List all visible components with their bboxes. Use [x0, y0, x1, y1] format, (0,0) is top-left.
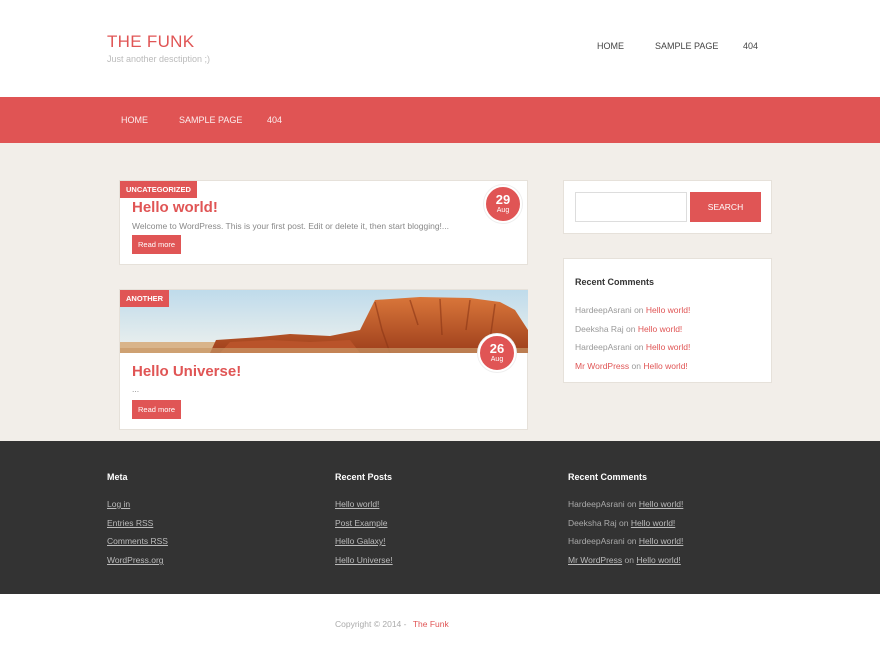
comment-post-link[interactable]: Hello world! — [639, 536, 683, 546]
main-nav: HOME SAMPLE PAGE 404 — [0, 97, 880, 143]
footer-recent-posts-title: Recent Posts — [335, 472, 393, 482]
main-nav-404[interactable]: 404 — [267, 115, 282, 125]
post-featured-image[interactable] — [120, 290, 528, 353]
date-day: 26 — [489, 341, 505, 356]
post-title[interactable]: Hello world! — [132, 199, 218, 216]
footer-comment-item: Mr WordPress on Hello world! — [568, 555, 681, 565]
footer-meta-link[interactable]: Log in — [107, 499, 130, 509]
post-card: UNCATEGORIZED Hello world! Welcome to Wo… — [119, 180, 528, 265]
read-more-button[interactable]: Read more — [132, 400, 182, 419]
search-button[interactable]: SEARCH — [690, 192, 761, 222]
comment-author: HardeepAsrani — [568, 499, 625, 509]
comment-post-link[interactable]: Hello world! — [646, 342, 690, 352]
post-title[interactable]: Hello Universe! — [132, 363, 241, 380]
copyright: Copyright © 2014 - The Funk — [335, 619, 449, 629]
post-date-badge: 29 Aug — [484, 185, 522, 223]
search-widget: SEARCH — [563, 180, 772, 234]
comment-on: on — [626, 324, 636, 334]
post-excerpt: ... — [132, 384, 140, 394]
comment-post-link[interactable]: Hello world! — [643, 361, 687, 371]
comment-on: on — [627, 536, 637, 546]
footer-recent-post-link[interactable]: Hello Galaxy! — [335, 536, 386, 546]
comment-on: on — [619, 518, 629, 528]
footer-meta-title: Meta — [107, 472, 128, 482]
main-nav-home[interactable]: HOME — [121, 115, 148, 125]
footer-meta-link[interactable]: Comments RSS — [107, 536, 168, 546]
top-nav-sample-page[interactable]: SAMPLE PAGE — [655, 41, 718, 51]
recent-comment-item: HardeepAsrani on Hello world! — [575, 305, 690, 315]
recent-comments-widget: Recent Comments HardeepAsrani on Hello w… — [563, 258, 772, 383]
desert-cliff-image — [120, 290, 528, 353]
read-more-button[interactable]: Read more — [132, 235, 182, 254]
site-description: Just another desctiption ;) — [107, 54, 211, 64]
category-badge[interactable]: ANOTHER — [120, 290, 170, 307]
footer-recent-post-link[interactable]: Post Example — [335, 518, 387, 528]
comment-author: HardeepAsrani — [575, 342, 632, 352]
site-footer: Meta Log in Entries RSS Comments RSS Wor… — [0, 441, 880, 594]
comment-post-link[interactable]: Hello world! — [646, 305, 690, 315]
comment-author: Deeksha Raj — [568, 518, 617, 528]
date-month: Aug — [490, 356, 504, 363]
post-date-badge: 26 Aug — [478, 334, 516, 372]
category-badge[interactable]: UNCATEGORIZED — [120, 181, 197, 198]
top-nav-404[interactable]: 404 — [743, 41, 758, 51]
comment-post-link[interactable]: Hello world! — [636, 555, 680, 565]
comment-post-link[interactable]: Hello world! — [638, 324, 682, 334]
copyright-link[interactable]: The Funk — [413, 619, 449, 629]
comment-author-link[interactable]: Mr WordPress — [568, 555, 622, 565]
comment-post-link[interactable]: Hello world! — [639, 499, 683, 509]
comment-on: on — [627, 499, 637, 509]
comment-author-link[interactable]: Mr WordPress — [575, 361, 629, 371]
comment-author: HardeepAsrani — [568, 536, 625, 546]
recent-comment-item: Deeksha Raj on Hello world! — [575, 324, 682, 334]
footer-comment-item: HardeepAsrani on Hello world! — [568, 536, 683, 546]
copyright-text: Copyright © 2014 - — [335, 619, 407, 629]
comment-post-link[interactable]: Hello world! — [631, 518, 675, 528]
recent-comment-item: Mr WordPress on Hello world! — [575, 361, 688, 371]
search-input[interactable] — [575, 192, 687, 222]
comment-on: on — [624, 555, 634, 565]
footer-recent-post-link[interactable]: Hello Universe! — [335, 555, 393, 565]
footer-recent-comments-title: Recent Comments — [568, 472, 648, 482]
recent-comment-item: HardeepAsrani on Hello world! — [575, 342, 690, 352]
site-title[interactable]: THE FUNK — [107, 32, 194, 52]
main-nav-sample-page[interactable]: SAMPLE PAGE — [179, 115, 242, 125]
footer-meta-link[interactable]: WordPress.org — [107, 555, 164, 565]
post-excerpt: Welcome to WordPress. This is your first… — [132, 221, 449, 231]
post-card: ANOTHER 26 Aug Hello Universe! ... Read … — [119, 289, 528, 430]
comment-on: on — [634, 342, 644, 352]
comment-on: on — [631, 361, 641, 371]
comment-author: Deeksha Raj — [575, 324, 624, 334]
footer-recent-post-link[interactable]: Hello world! — [335, 499, 379, 509]
footer-comment-item: HardeepAsrani on Hello world! — [568, 499, 683, 509]
site-header: THE FUNK Just another desctiption ;) HOM… — [0, 0, 880, 97]
widget-title: Recent Comments — [575, 277, 655, 287]
date-day: 29 — [495, 192, 511, 207]
comment-on: on — [634, 305, 644, 315]
footer-meta-link[interactable]: Entries RSS — [107, 518, 153, 528]
footer-comment-item: Deeksha Raj on Hello world! — [568, 518, 675, 528]
comment-author: HardeepAsrani — [575, 305, 632, 315]
top-nav-home[interactable]: HOME — [597, 41, 624, 51]
date-month: Aug — [496, 207, 510, 214]
